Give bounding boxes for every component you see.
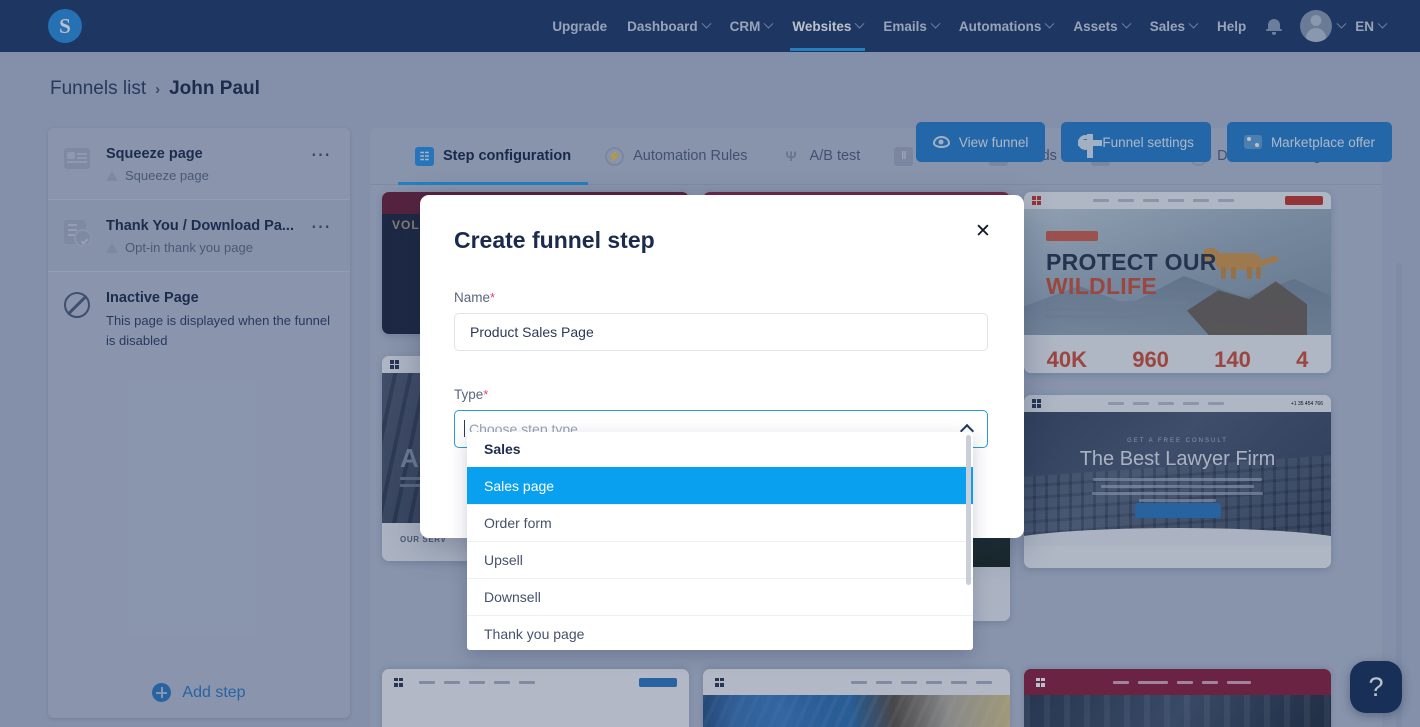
dropdown-option-thank-you-page[interactable]: Thank you page bbox=[467, 615, 973, 650]
name-input[interactable] bbox=[454, 313, 988, 351]
dropdown-option-upsell[interactable]: Upsell bbox=[467, 541, 973, 578]
type-label-text: Type bbox=[454, 387, 484, 402]
dropdown-option-downsell[interactable]: Downsell bbox=[467, 578, 973, 615]
modal-title: Create funnel step bbox=[454, 227, 655, 253]
dropdown-group-sales: Sales bbox=[484, 441, 521, 457]
dropdown-option-order-form[interactable]: Order form bbox=[467, 504, 973, 541]
required-marker: * bbox=[483, 387, 489, 402]
type-field-label: Type* bbox=[454, 387, 990, 402]
close-icon[interactable]: ✕ bbox=[972, 221, 994, 243]
app-root: S Upgrade Dashboard CRM Websites Emails bbox=[0, 0, 1420, 727]
dropdown-option-sales-page[interactable]: Sales page bbox=[467, 467, 973, 504]
dropdown-scrollbar[interactable] bbox=[966, 435, 971, 585]
required-marker: * bbox=[490, 290, 496, 305]
name-field-label: Name* bbox=[454, 290, 990, 305]
step-type-dropdown: Sales Sales page Order form Upsell Downs… bbox=[467, 432, 973, 650]
name-label-text: Name bbox=[454, 290, 491, 305]
